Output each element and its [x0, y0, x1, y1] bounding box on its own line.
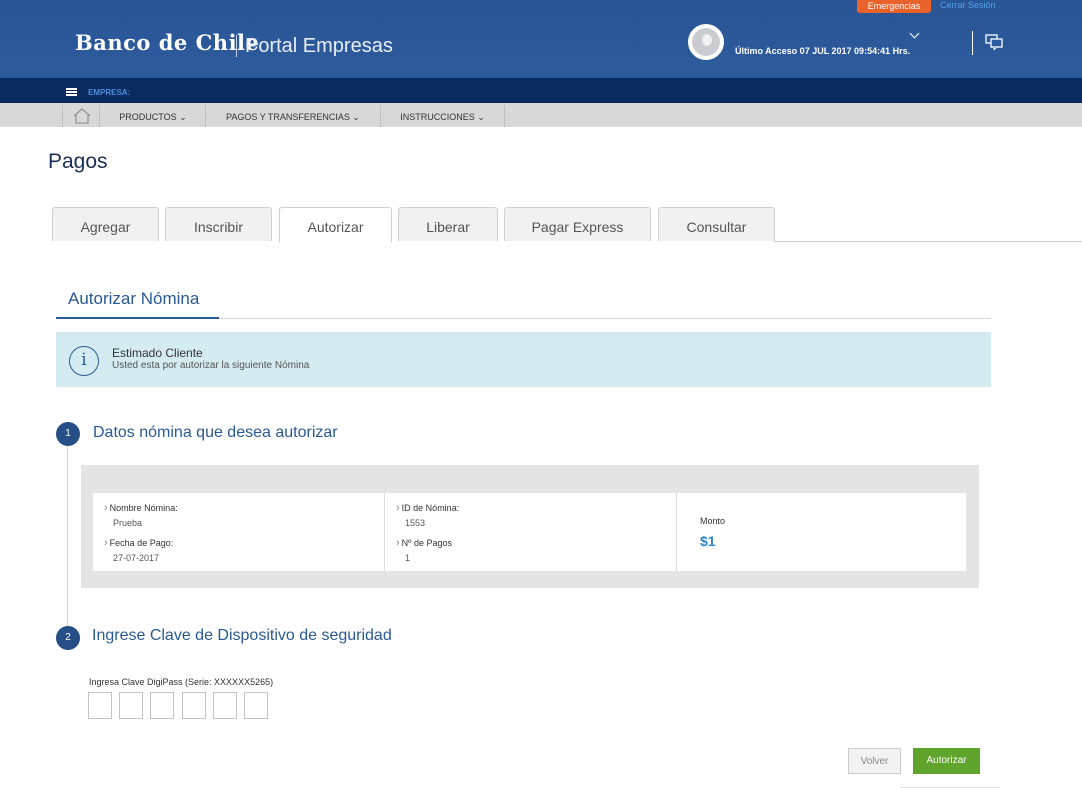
menu-icon[interactable] [66, 88, 77, 96]
company-label: EMPRESA: [88, 88, 131, 97]
logo-separator [236, 35, 237, 57]
logout-link[interactable]: Cerrar Sesión [940, 0, 996, 10]
company-bar [0, 78, 1082, 103]
step-1-badge: 1 [56, 422, 80, 446]
data-column-divider [384, 493, 385, 571]
digipass-digit-input[interactable] [182, 692, 206, 719]
nav-productos[interactable]: PRODUCTOS ⌄ [101, 105, 206, 127]
tabs-baseline [774, 241, 1082, 242]
payroll-data-card [93, 493, 966, 571]
emergency-button[interactable]: Emergencias [857, 0, 931, 13]
digipass-digit-input[interactable] [213, 692, 237, 719]
header-divider [972, 31, 973, 55]
nav-instrucciones[interactable]: INSTRUCCIONES ⌄ [381, 105, 505, 127]
digipass-digit-input[interactable] [244, 692, 268, 719]
section-title: Autorizar Nómina [68, 289, 200, 308]
section-title-underline [56, 317, 219, 319]
digipass-digit-input[interactable] [88, 692, 112, 719]
step-2-badge: 2 [56, 626, 80, 650]
section-divider [219, 318, 991, 319]
step-1-title: Datos nómina que desea autorizar [93, 424, 338, 441]
tab-consultar[interactable]: Consultar [658, 207, 775, 241]
id-nomina-label: ID de Nómina: [396, 502, 460, 514]
back-button[interactable]: Volver [848, 748, 901, 774]
home-icon [73, 108, 91, 124]
nombre-nomina-value: Prueba [113, 518, 143, 528]
tab-inscribir[interactable]: Inscribir [165, 207, 272, 241]
page-title: Pagos [48, 150, 108, 173]
tab-pagar-express[interactable]: Pagar Express [504, 207, 651, 241]
authorize-button[interactable]: Autorizar [913, 748, 980, 774]
info-icon: i [69, 346, 99, 376]
step-2-title: Ingrese Clave de Dispositivo de segurida… [92, 627, 392, 644]
nav-pagos-transferencias[interactable]: PAGOS Y TRANSFERENCIAS ⌄ [206, 105, 381, 127]
data-column-divider [676, 493, 677, 571]
monto-value: $1 [700, 533, 716, 549]
portal-title: Portal Empresas [245, 35, 393, 57]
nombre-nomina-label: Nombre Nómina: [104, 502, 178, 514]
avatar-placeholder-icon [692, 28, 720, 56]
numero-pagos-value: 1 [405, 553, 411, 563]
steps-connector [67, 445, 68, 628]
monto-label: Monto [700, 516, 726, 526]
user-avatar[interactable] [688, 24, 724, 60]
chat-icon[interactable] [985, 34, 1003, 50]
digipass-digit-input[interactable] [150, 692, 174, 719]
bank-logo[interactable]: Banco de Chile [75, 30, 259, 55]
info-message: Usted esta por autorizar la siguiente Nó… [112, 360, 310, 371]
id-nomina-value: 1553 [405, 518, 426, 528]
tab-autorizar[interactable]: Autorizar [279, 207, 392, 242]
info-title: Estimado Cliente [112, 346, 203, 360]
digipass-digit-input[interactable] [119, 692, 143, 719]
numero-pagos-label: Nº de Pagos [396, 537, 452, 549]
tab-liberar[interactable]: Liberar [398, 207, 498, 241]
fecha-pago-label: Fecha de Pago: [104, 537, 174, 549]
tab-agregar[interactable]: Agregar [52, 207, 159, 241]
fecha-pago-value: 27-07-2017 [113, 553, 160, 563]
nav-home[interactable] [62, 105, 100, 127]
last-access-text: Último Acceso 07 JUL 2017 09:54:41 Hrs. [735, 46, 911, 56]
digipass-label: Ingresa Clave DigiPass (Serie: XXXXXX526… [89, 677, 274, 687]
